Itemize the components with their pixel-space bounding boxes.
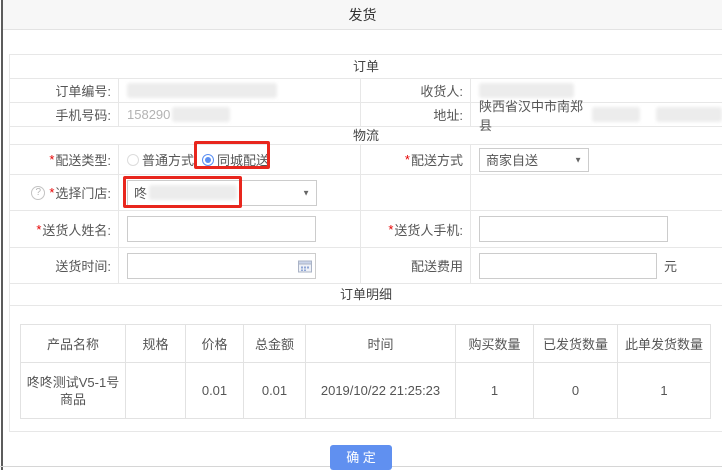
radio-normal-label[interactable]: 普通方式 bbox=[142, 150, 194, 169]
redacted-order-no bbox=[127, 83, 277, 98]
radio-city-label[interactable]: 同城配送 bbox=[217, 150, 269, 169]
delivery-method-label: * 配送方式 bbox=[360, 145, 470, 174]
window-left-edge bbox=[1, 0, 3, 470]
delivery-time-input[interactable] bbox=[127, 253, 316, 279]
col-price: 价格 bbox=[186, 325, 244, 363]
store-row-spacer-label bbox=[360, 175, 470, 210]
radio-city-delivery[interactable] bbox=[202, 154, 214, 166]
redacted-address-2 bbox=[656, 107, 722, 122]
chevron-down-icon: ▼ bbox=[574, 155, 582, 164]
deliverer-name-label: * 送货人姓名: bbox=[10, 211, 118, 247]
delivery-time-label: 送货时间: bbox=[10, 248, 118, 283]
logistics-row-person: * 送货人姓名: * 送货人手机: bbox=[10, 211, 722, 248]
redacted-store-name bbox=[149, 185, 237, 200]
cell-buy-qty: 1 bbox=[456, 363, 534, 419]
modal-title: 发货 bbox=[3, 0, 722, 30]
logistics-row-store: ? * 选择门店: 咚 ▼ bbox=[10, 175, 722, 211]
calendar-icon[interactable] bbox=[298, 259, 312, 272]
logistics-row-time-fee: 送货时间: bbox=[10, 248, 722, 284]
order-no-value bbox=[118, 79, 360, 102]
required-mark: * bbox=[49, 185, 54, 200]
help-icon[interactable]: ? bbox=[31, 186, 45, 200]
confirm-button[interactable]: 确 定 bbox=[330, 445, 392, 470]
cell-shipped-qty: 0 bbox=[534, 363, 618, 419]
cell-spec bbox=[126, 363, 186, 419]
col-total: 总金额 bbox=[244, 325, 306, 363]
deliverer-name-cell bbox=[118, 211, 360, 247]
store-select[interactable]: 咚 ▼ bbox=[127, 180, 317, 206]
ship-goods-modal: 发货 订单 订单编号: 收货人: 手机号码: 158290 地址: 陕西省汉中市… bbox=[0, 0, 722, 470]
address-value-visible: 陕西省汉中市南郑县 bbox=[479, 96, 586, 134]
cell-price: 0.01 bbox=[186, 363, 244, 419]
redacted-receiver bbox=[479, 83, 574, 98]
col-buy-qty: 购买数量 bbox=[456, 325, 534, 363]
order-no-label: 订单编号: bbox=[10, 79, 118, 102]
phone-label: 手机号码: bbox=[10, 103, 118, 126]
order-row-2: 手机号码: 158290 地址: 陕西省汉中市南郑县 bbox=[10, 103, 722, 127]
cell-product-name: 咚咚测试V5-1号商品 bbox=[21, 363, 126, 419]
redacted-address-1 bbox=[592, 107, 640, 122]
radio-normal-delivery[interactable] bbox=[127, 154, 139, 166]
delivery-method-select[interactable]: 商家自送 ▼ bbox=[479, 148, 589, 172]
order-detail-table: 产品名称 规格 价格 总金额 时间 购买数量 已发货数量 此单发货数量 咚咚测试… bbox=[20, 324, 711, 419]
address-label: 地址: bbox=[360, 103, 470, 126]
section-title-order: 订单 bbox=[10, 55, 722, 79]
delivery-type-options: 普通方式 同城配送 bbox=[118, 145, 360, 174]
store-row-spacer-value bbox=[470, 175, 722, 210]
redacted-phone bbox=[172, 107, 230, 122]
logistics-row-type: * 配送类型: 普通方式 同城配送 * 配送方式 商家自送 ▼ bbox=[10, 145, 722, 175]
required-mark: * bbox=[388, 222, 393, 237]
delivery-method-cell: 商家自送 ▼ bbox=[470, 145, 722, 174]
detail-header-row: 产品名称 规格 价格 总金额 时间 购买数量 已发货数量 此单发货数量 bbox=[21, 325, 711, 363]
store-value-visible: 咚 bbox=[134, 183, 147, 202]
chevron-down-icon: ▼ bbox=[302, 188, 310, 197]
receiver-label: 收货人: bbox=[360, 79, 470, 102]
order-row-1: 订单编号: 收货人: bbox=[10, 79, 722, 103]
detail-table-zone: 产品名称 规格 价格 总金额 时间 购买数量 已发货数量 此单发货数量 咚咚测试… bbox=[10, 306, 722, 431]
phone-value: 158290 bbox=[118, 103, 360, 126]
delivery-time-cell bbox=[118, 248, 360, 283]
col-spec: 规格 bbox=[126, 325, 186, 363]
delivery-fee-label: 配送费用 bbox=[360, 248, 470, 283]
section-title-logistics: 物流 bbox=[10, 127, 722, 145]
section-title-detail: 订单明细 bbox=[10, 284, 722, 306]
required-mark: * bbox=[36, 222, 41, 237]
deliverer-phone-cell bbox=[470, 211, 722, 247]
store-label: ? * 选择门店: bbox=[10, 175, 118, 210]
delivery-fee-input[interactable] bbox=[479, 253, 657, 279]
required-mark: * bbox=[405, 152, 410, 167]
delivery-fee-cell: 元 bbox=[470, 248, 722, 283]
delivery-type-label: * 配送类型: bbox=[10, 145, 118, 174]
ship-form: 订单 订单编号: 收货人: 手机号码: 158290 地址: 陕西省汉中市南郑县 bbox=[9, 54, 722, 432]
col-shipped-qty: 已发货数量 bbox=[534, 325, 618, 363]
store-cell: 咚 ▼ bbox=[118, 175, 360, 210]
col-this-shipment-qty: 此单发货数量 bbox=[618, 325, 711, 363]
deliverer-name-input[interactable] bbox=[127, 216, 316, 242]
phone-value-visible: 158290 bbox=[127, 107, 170, 122]
fee-unit-label: 元 bbox=[664, 256, 677, 275]
col-time: 时间 bbox=[306, 325, 456, 363]
delivery-method-value: 商家自送 bbox=[486, 150, 538, 169]
cell-total: 0.01 bbox=[244, 363, 306, 419]
address-value: 陕西省汉中市南郑县 bbox=[470, 103, 722, 126]
deliverer-phone-label: * 送货人手机: bbox=[360, 211, 470, 247]
col-product-name: 产品名称 bbox=[21, 325, 126, 363]
cell-this-shipment-qty: 1 bbox=[618, 363, 711, 419]
table-row: 咚咚测试V5-1号商品 0.01 0.01 2019/10/22 21:25:2… bbox=[21, 363, 711, 419]
required-mark: * bbox=[49, 152, 54, 167]
deliverer-phone-input[interactable] bbox=[479, 216, 668, 242]
cell-time: 2019/10/22 21:25:23 bbox=[306, 363, 456, 419]
